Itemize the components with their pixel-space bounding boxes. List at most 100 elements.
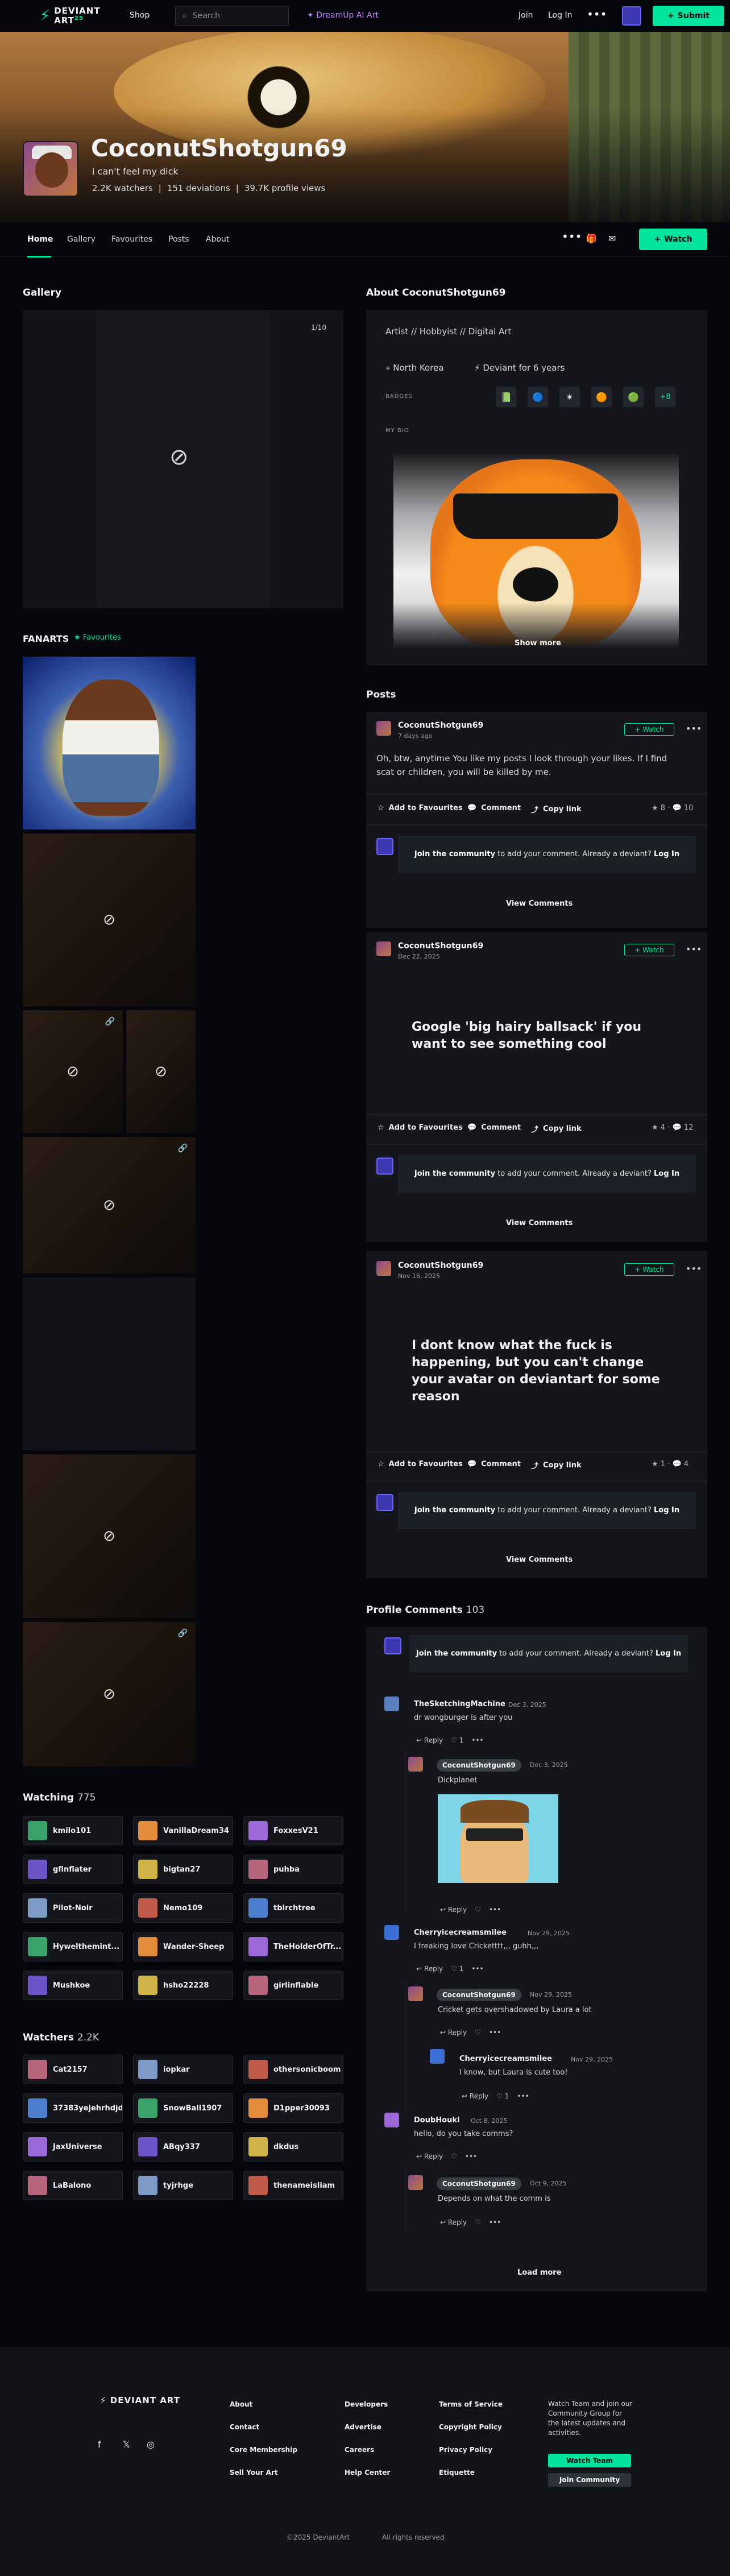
like-button[interactable]: ♡ xyxy=(475,2218,481,2226)
mail-icon[interactable]: ✉ xyxy=(608,233,616,244)
comment-more-icon[interactable]: ••• xyxy=(471,1736,483,1744)
badge-icon[interactable]: 🟢 xyxy=(623,387,644,407)
user-card[interactable]: tbirchtree xyxy=(243,1893,343,1923)
fanart-thumbnail[interactable]: ⊘ xyxy=(23,833,196,1006)
post-author-avatar[interactable] xyxy=(376,721,391,736)
facebook-icon[interactable]: f xyxy=(98,2439,101,2450)
user-card[interactable]: D1pper30093 xyxy=(243,2093,343,2123)
comment-avatar[interactable] xyxy=(384,1925,399,1940)
fanart-thumbnail[interactable]: ⊘ 🔗 xyxy=(23,1010,123,1133)
footer-link-about[interactable]: About xyxy=(230,2400,252,2408)
like-button[interactable]: ♡ xyxy=(475,1906,481,1914)
comment-button[interactable]: 💬 Comment xyxy=(467,1460,521,1469)
reply-button[interactable]: ↩ Reply xyxy=(462,2092,488,2100)
author-pill[interactable]: CoconutShotgun69 xyxy=(437,1759,521,1772)
search-input[interactable]: ⌕ Search xyxy=(175,6,289,26)
watch-team-button[interactable]: Watch Team xyxy=(548,2454,631,2467)
user-card[interactable]: FoxxesV21 xyxy=(243,1816,343,1845)
badge-icon[interactable]: 📗 xyxy=(496,387,516,407)
user-card[interactable]: girlinflable xyxy=(243,1971,343,2000)
more-options-icon[interactable]: ••• xyxy=(562,230,582,243)
like-button[interactable]: ♡ 1 xyxy=(496,2092,509,2100)
comment-author[interactable]: Cherryicecreamsmilee xyxy=(414,1928,507,1937)
user-card[interactable]: VanillaDream34 xyxy=(133,1816,233,1845)
footer-link-advertise[interactable]: Advertise xyxy=(345,2423,381,2431)
fanart-thumbnail[interactable]: ⊘ xyxy=(126,1010,196,1133)
join-link[interactable]: Join xyxy=(519,11,533,20)
add-to-favourites-button[interactable]: ☆ Add to Favourites xyxy=(378,1460,463,1469)
load-more-button[interactable]: Load more xyxy=(517,2268,562,2277)
join-community-prompt[interactable]: Join the community to add your comment. … xyxy=(398,1492,696,1529)
fanart-thumbnail[interactable] xyxy=(23,1277,196,1450)
comment-author[interactable]: TheSketchingMachine xyxy=(414,1700,505,1708)
user-card[interactable]: bigtan27 xyxy=(133,1855,233,1884)
more-menu-icon[interactable]: ••• xyxy=(587,7,607,21)
user-card[interactable]: Nemo109 xyxy=(133,1893,233,1923)
add-to-favourites-button[interactable]: ☆ Add to Favourites xyxy=(378,804,463,812)
view-comments-button[interactable]: View Comments xyxy=(506,1219,573,1227)
join-community-prompt[interactable]: Join the community to add your comment. … xyxy=(398,1155,696,1193)
user-card[interactable]: Hywelthemint... xyxy=(23,1932,123,1961)
post-watch-button[interactable]: + Watch xyxy=(624,1263,674,1276)
gallery-carousel[interactable]: ⊘ 1/10 xyxy=(23,310,343,608)
user-card[interactable]: SnowBall1907 xyxy=(133,2093,233,2123)
reply-button[interactable]: ↩ Reply xyxy=(440,1906,467,1914)
user-avatar[interactable] xyxy=(622,6,641,26)
login-link[interactable]: Log In xyxy=(654,850,679,858)
x-icon[interactable]: 𝕏 xyxy=(123,2439,130,2450)
join-community-prompt[interactable]: Join the community to add your comment. … xyxy=(398,836,696,873)
footer-link-developers[interactable]: Developers xyxy=(345,2400,388,2408)
dreamup-link[interactable]: ✦ DreamUp AI Art xyxy=(307,11,379,20)
tab-home[interactable]: Home xyxy=(27,235,53,244)
tab-posts[interactable]: Posts xyxy=(168,235,189,244)
comment-more-icon[interactable]: ••• xyxy=(465,2152,477,2160)
post-more-icon[interactable]: ••• xyxy=(686,1263,702,1274)
fanart-thumbnail[interactable]: ⊘ 🔗 xyxy=(23,1137,196,1274)
user-card[interactable]: Cat2157 xyxy=(23,2055,123,2084)
user-card[interactable]: hsho22228 xyxy=(133,1971,233,2000)
show-more-button[interactable]: Show more xyxy=(515,639,561,648)
comment-avatar[interactable] xyxy=(408,1986,423,2001)
post-author-avatar[interactable] xyxy=(376,941,391,956)
user-card[interactable]: ABqy337 xyxy=(133,2132,233,2162)
like-button[interactable]: ♡ xyxy=(475,2029,481,2036)
user-card[interactable]: Wander-Sheep xyxy=(133,1932,233,1961)
badge-icon[interactable]: ✴ xyxy=(559,387,580,407)
reply-button[interactable]: ↩ Reply xyxy=(416,2152,443,2160)
fanart-thumbnail[interactable] xyxy=(23,657,196,829)
post-author[interactable]: CoconutShotgun69 xyxy=(398,721,483,730)
post-author[interactable]: CoconutShotgun69 xyxy=(398,941,483,951)
footer-link-copyright[interactable]: Copyright Policy xyxy=(439,2423,502,2431)
comment-more-icon[interactable]: ••• xyxy=(489,1906,501,1914)
deviantart-logo[interactable]: ⚡ DEVIANT ART25 xyxy=(40,7,101,25)
comment-avatar[interactable] xyxy=(384,2113,399,2127)
user-card[interactable]: thenameisliam xyxy=(243,2171,343,2200)
comment-avatar[interactable] xyxy=(408,1757,423,1772)
shop-link[interactable]: Shop xyxy=(130,11,150,20)
comment-more-icon[interactable]: ••• xyxy=(489,2218,501,2226)
more-badges[interactable]: +8 xyxy=(655,387,675,407)
like-button[interactable]: ♡ 1 xyxy=(451,1736,463,1744)
login-link[interactable]: Log In xyxy=(654,1506,679,1515)
author-pill[interactable]: CoconutShotgun69 xyxy=(437,2177,521,2190)
post-more-icon[interactable]: ••• xyxy=(686,944,702,955)
badge-icon[interactable]: 🟠 xyxy=(591,387,612,407)
user-card[interactable]: tyjrhge xyxy=(133,2171,233,2200)
user-card[interactable]: JaxUniverse xyxy=(23,2132,123,2162)
footer-link-etiquette[interactable]: Etiquette xyxy=(439,2469,475,2477)
user-card[interactable]: dkdus xyxy=(243,2132,343,2162)
comment-more-icon[interactable]: ••• xyxy=(489,2029,501,2036)
user-card[interactable]: TheHolderOfTr... xyxy=(243,1932,343,1961)
tab-gallery[interactable]: Gallery xyxy=(67,235,96,244)
watchers-stat[interactable]: 2.2K watchers xyxy=(92,183,153,193)
tab-favourites[interactable]: Favourites xyxy=(111,235,152,244)
footer-link-terms[interactable]: Terms of Service xyxy=(439,2400,503,2408)
reply-button[interactable]: ↩ Reply xyxy=(440,2029,467,2036)
user-card[interactable]: kmilo101 xyxy=(23,1816,123,1845)
reply-button[interactable]: ↩ Reply xyxy=(416,1736,443,1744)
view-comments-button[interactable]: View Comments xyxy=(506,1555,573,1564)
comment-more-icon[interactable]: ••• xyxy=(471,1965,483,1973)
footer-link-careers[interactable]: Careers xyxy=(345,2446,374,2454)
login-link[interactable]: Log In xyxy=(656,1649,681,1658)
join-community-prompt[interactable]: Join the community to add your comment. … xyxy=(409,1635,688,1673)
